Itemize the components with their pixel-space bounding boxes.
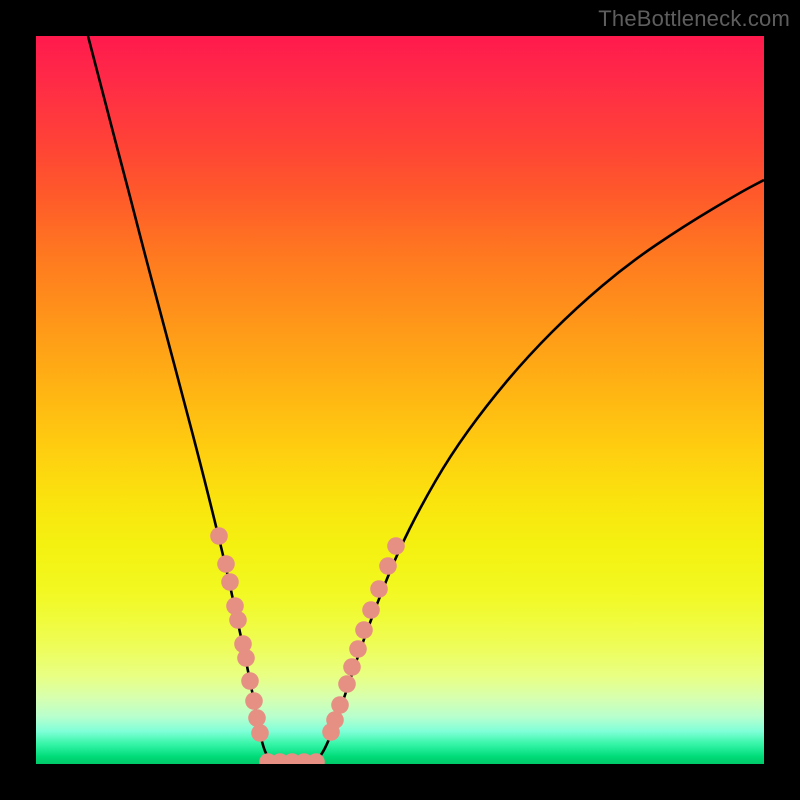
data-dot — [241, 672, 259, 690]
data-dot — [331, 696, 349, 714]
data-dot — [387, 537, 405, 555]
plot-area — [36, 36, 764, 764]
data-dot — [343, 658, 361, 676]
data-dot — [217, 555, 235, 573]
data-dot — [326, 711, 344, 729]
curve-right — [316, 180, 764, 762]
data-dot — [349, 640, 367, 658]
data-dot — [362, 601, 380, 619]
data-dot — [210, 527, 228, 545]
data-dot — [221, 573, 239, 591]
curve-svg — [36, 36, 764, 764]
data-dot — [248, 709, 266, 727]
chart-frame: TheBottleneck.com — [0, 0, 800, 800]
data-dot — [245, 692, 263, 710]
data-dots — [210, 527, 405, 764]
data-dot — [355, 621, 373, 639]
watermark-text: TheBottleneck.com — [598, 6, 790, 32]
data-dot — [338, 675, 356, 693]
data-dot — [237, 649, 255, 667]
data-dot — [251, 724, 269, 742]
data-dot — [229, 611, 247, 629]
curve-paths — [88, 36, 764, 762]
data-dot — [370, 580, 388, 598]
data-dot — [379, 557, 397, 575]
